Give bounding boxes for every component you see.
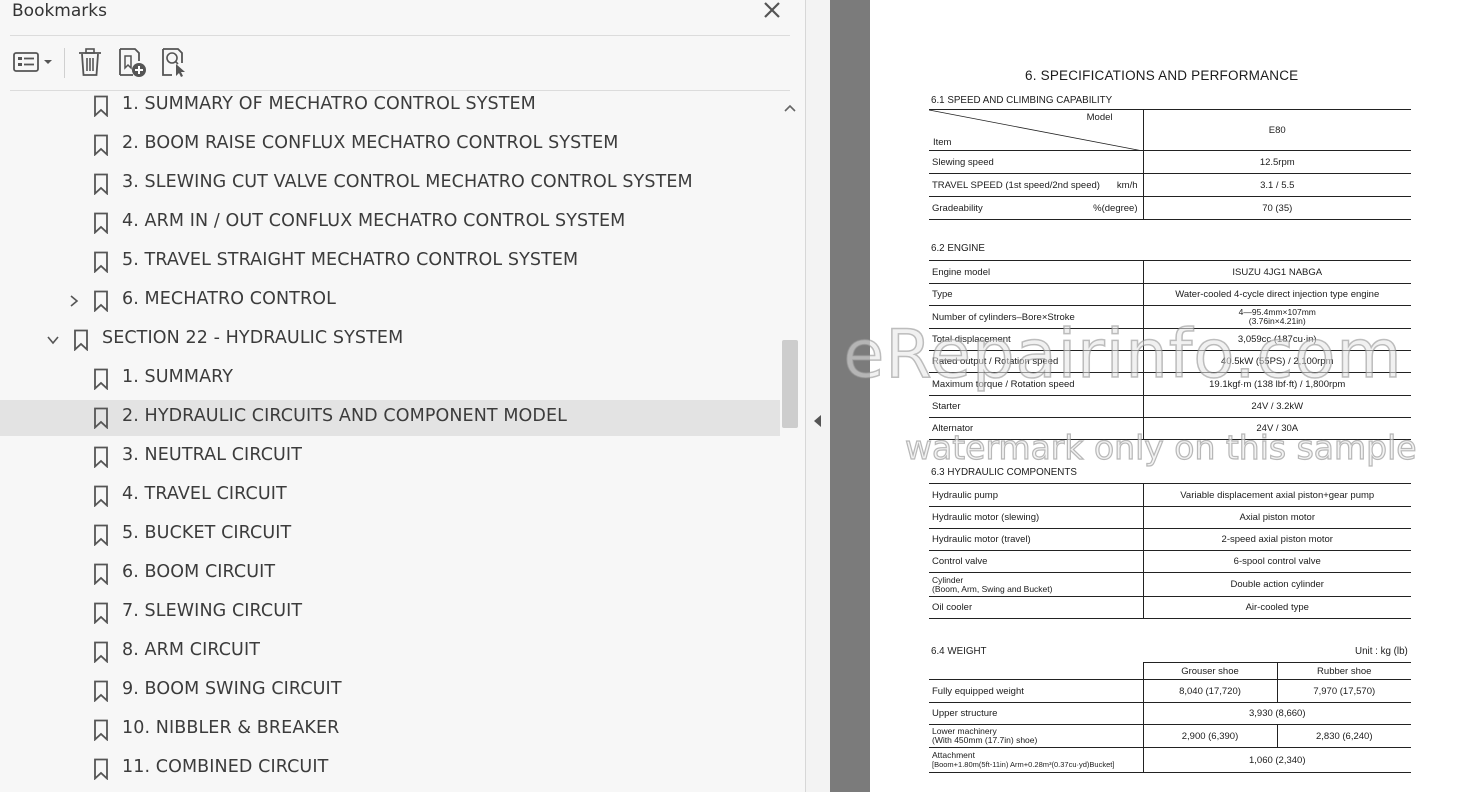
close-panel-button[interactable] [761,0,783,22]
bookmark-icon [94,485,108,507]
bookmark-icon [94,758,108,780]
bookmark-icon [94,641,108,663]
table-cell: 70 (35) [1142,196,1411,220]
bookmark-item[interactable]: 2. HYDRAULIC CIRCUITS AND COMPONENT MODE… [0,400,780,436]
close-icon [764,2,780,18]
table-cell: Gradeability %(degree) [929,196,1143,220]
bookmark-item[interactable]: SECTION 22 - HYDRAULIC SYSTEM [0,322,780,358]
chevron-up-icon [784,104,796,112]
section-heading: 6.2 ENGINE [931,243,985,254]
bookmark-item[interactable]: 6. MECHATRO CONTROL [0,283,780,319]
bookmark-label: 4. ARM IN / OUT CONFLUX MECHATRO CONTROL… [122,211,626,231]
bookmark-icon [94,524,108,546]
section-heading: 6.3 HYDRAULIC COMPONENTS [931,467,1077,478]
bookmark-label: 1. SUMMARY OF MECHATRO CONTROL SYSTEM [122,94,536,114]
trash-icon [79,48,101,76]
bookmark-item[interactable]: 11. COMBINED CIRCUIT [0,751,780,787]
bookmark-item[interactable]: 5. TRAVEL STRAIGHT MECHATRO CONTROL SYST… [0,244,780,280]
scrollbar-thumb[interactable] [782,340,798,428]
scrollbar[interactable] [780,95,800,792]
bookmark-icon [94,95,108,117]
bookmarks-panel: Bookmarks 1. SUMMARY OF MECHATRO CONTROL… [0,0,806,792]
hydraulic-table: Hydraulic pump Variable displacement axia… [929,483,1411,619]
panel-splitter[interactable] [806,0,830,792]
bookmark-item[interactable]: 7. SLEWING CIRCUIT [0,595,780,631]
table-header-diagonal: Model Item [929,109,1143,151]
bookmark-icon [94,368,108,390]
bookmark-label: 7. SLEWING CIRCUIT [122,601,303,621]
bookmark-label: 5. TRAVEL STRAIGHT MECHATRO CONTROL SYST… [122,250,579,270]
model-label: Model [1086,112,1113,123]
bookmark-label: 3. SLEWING CUT VALVE CONTROL MECHATRO CO… [122,172,693,192]
triangle-left-icon [814,415,821,427]
table-cell: 3.1 / 5.5 [1142,173,1411,197]
bookmark-list: 1. SUMMARY OF MECHATRO CONTROL SYSTEM 2. … [0,91,780,792]
bookmark-item[interactable]: 8. ARM CIRCUIT [0,634,780,670]
bookmark-icon [94,251,108,273]
weight-table: Grouser shoe Rubber shoe Fully equipped … [929,662,1411,773]
chevron-down-icon[interactable] [46,333,60,347]
options-button[interactable] [10,46,56,78]
bookmark-label: 11. COMBINED CIRCUIT [122,757,329,777]
toolbar-divider [64,48,65,78]
table-cell: TRAVEL SPEED (1st speed/2nd speed) km/h [929,173,1143,197]
bookmark-icon [94,602,108,624]
bookmark-icon [94,407,108,429]
bookmark-icon [94,563,108,585]
bookmark-label: 2. HYDRAULIC CIRCUITS AND COMPONENT MODE… [122,406,567,426]
panel-title: Bookmarks [12,1,107,21]
chevron-right-icon[interactable] [67,294,81,308]
bookmark-icon [94,134,108,156]
bookmark-label: 4. TRAVEL CIRCUIT [122,484,287,504]
bookmark-item[interactable]: 5. BUCKET CIRCUIT [0,517,780,553]
page-title: 6. SPECIFICATIONS AND PERFORMANCE [1025,68,1299,83]
bookmark-label: 10. NIBBLER & BREAKER [122,718,340,738]
new-bookmark-button[interactable] [114,46,150,78]
options-icon [13,52,52,72]
bookmark-item[interactable]: 1. SUMMARY OF MECHATRO CONTROL SYSTEM [0,91,780,124]
bookmark-label: 2. BOOM RAISE CONFLUX MECHATRO CONTROL S… [122,133,619,153]
bookmark-label: 9. BOOM SWING CIRCUIT [122,679,342,699]
find-bookmark-icon [162,48,185,77]
bookmark-item[interactable]: 9. BOOM SWING CIRCUIT [0,673,780,709]
add-bookmark-icon [119,48,146,77]
bookmark-icon [94,680,108,702]
bookmark-icon [94,212,108,234]
delete-bookmark-button[interactable] [74,46,106,78]
bookmark-label: 3. NEUTRAL CIRCUIT [122,445,302,465]
bookmark-label: 8. ARM CIRCUIT [122,640,260,660]
bookmark-label: 6. MECHATRO CONTROL [122,289,336,309]
collapse-panel-button[interactable] [812,413,824,429]
speed-table: Model Item E80 Slewing speed 12.5rpm TRA… [929,109,1411,220]
bookmark-item[interactable]: 2. BOOM RAISE CONFLUX MECHATRO CONTROL S… [0,127,780,163]
section-heading: 6.1 SPEED AND CLIMBING CAPABILITY [931,95,1113,106]
bookmark-item[interactable]: 4. ARM IN / OUT CONFLUX MECHATRO CONTROL… [0,205,780,241]
bookmark-item[interactable]: 3. SLEWING CUT VALVE CONTROL MECHATRO CO… [0,166,780,202]
find-bookmark-button[interactable] [157,46,193,78]
bookmark-icon [94,719,108,741]
model-value: E80 [1142,109,1411,151]
table-cell: 12.5rpm [1142,150,1411,174]
divider [10,35,790,36]
bookmark-item[interactable]: 3. NEUTRAL CIRCUIT [0,439,780,475]
scroll-up-button[interactable] [783,100,797,114]
bookmark-label: 1. SUMMARY [122,367,234,387]
bookmark-icon [94,290,108,312]
bookmark-icon [94,173,108,195]
bookmark-item[interactable]: 4. TRAVEL CIRCUIT [0,478,780,514]
bookmark-item[interactable]: 6. BOOM CIRCUIT [0,556,780,592]
section-heading: 6.4 WEIGHT [931,646,987,657]
bookmark-item[interactable]: 1. SUMMARY [0,361,780,397]
bookmark-label: 6. BOOM CIRCUIT [122,562,276,582]
bookmark-icon [94,446,108,468]
bookmark-icon [74,329,88,351]
item-label: Item [933,137,952,148]
bookmark-label: 5. BUCKET CIRCUIT [122,523,292,543]
watermark: watermark only on this sample [904,427,1417,467]
bookmark-label: SECTION 22 - HYDRAULIC SYSTEM [102,328,404,348]
bookmark-item[interactable]: 10. NIBBLER & BREAKER [0,712,780,748]
unit-label: Unit : kg (lb) [1355,646,1408,657]
watermark: eRepairinfo.com [842,314,1403,394]
table-cell: Slewing speed [929,150,1143,174]
